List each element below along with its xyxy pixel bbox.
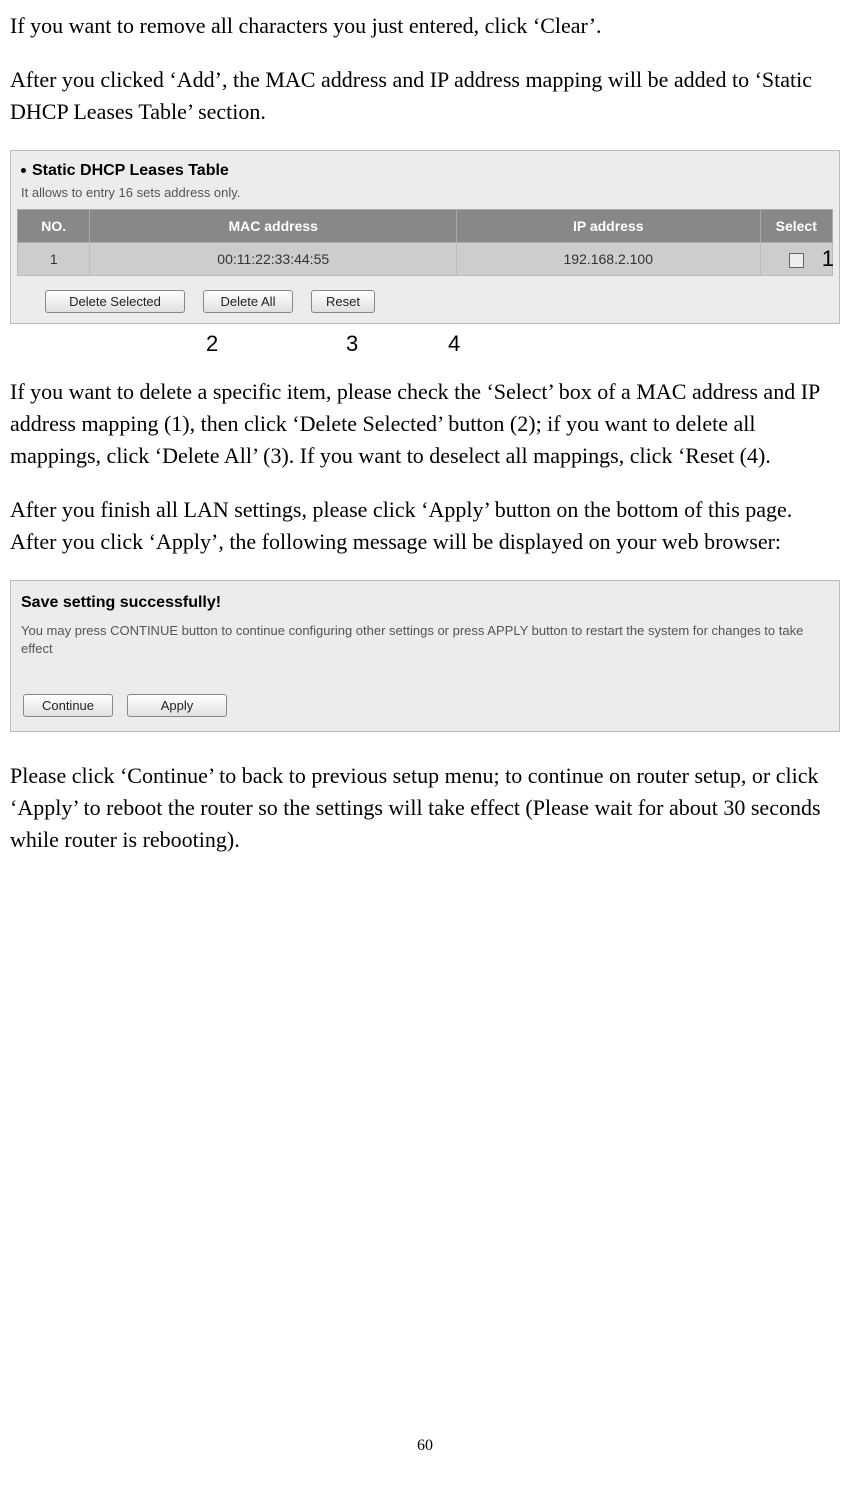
continue-button[interactable]: Continue (23, 694, 113, 717)
save-panel: Save setting successfully! You may press… (10, 580, 840, 733)
callout-row: 2 3 4 (10, 328, 840, 356)
cell-ip: 192.168.2.100 (456, 243, 760, 276)
panel-title: Static DHCP Leases Table (32, 159, 229, 182)
paragraph-continue: Please click ‘Continue’ to back to previ… (10, 760, 840, 856)
cell-no: 1 (18, 243, 90, 276)
save-text: You may press CONTINUE button to continu… (21, 622, 829, 658)
select-checkbox[interactable] (789, 253, 804, 268)
paragraph-delete: If you want to delete a specific item, p… (10, 376, 840, 472)
header-no: NO. (18, 209, 90, 242)
delete-selected-button[interactable]: Delete Selected (45, 290, 185, 313)
callout-3: 3 (346, 328, 358, 360)
reset-button[interactable]: Reset (311, 290, 375, 313)
callout-2: 2 (206, 328, 218, 360)
static-dhcp-panel: Static DHCP Leases Table It allows to en… (10, 150, 840, 325)
bullet-icon (21, 168, 26, 173)
page-number: 60 (10, 1434, 840, 1457)
paragraph-add: After you clicked ‘Add’, the MAC address… (10, 64, 840, 128)
cell-mac: 00:11:22:33:44:55 (90, 243, 457, 276)
delete-all-button[interactable]: Delete All (203, 290, 293, 313)
apply-button[interactable]: Apply (127, 694, 227, 717)
callout-4: 4 (448, 328, 460, 360)
save-title: Save setting successfully! (21, 591, 829, 614)
header-ip: IP address (456, 209, 760, 242)
panel-subtitle: It allows to entry 16 sets address only. (17, 184, 833, 209)
table-row: 1 00:11:22:33:44:55 192.168.2.100 1 (18, 243, 833, 276)
header-mac: MAC address (90, 209, 457, 242)
paragraph-clear: If you want to remove all characters you… (10, 10, 840, 42)
callout-1: 1 (822, 243, 834, 275)
paragraph-apply: After you finish all LAN settings, pleas… (10, 494, 840, 558)
cell-select: 1 (760, 243, 833, 276)
header-select: Select (760, 209, 833, 242)
leases-table: NO. MAC address IP address Select 1 00:1… (17, 209, 833, 277)
